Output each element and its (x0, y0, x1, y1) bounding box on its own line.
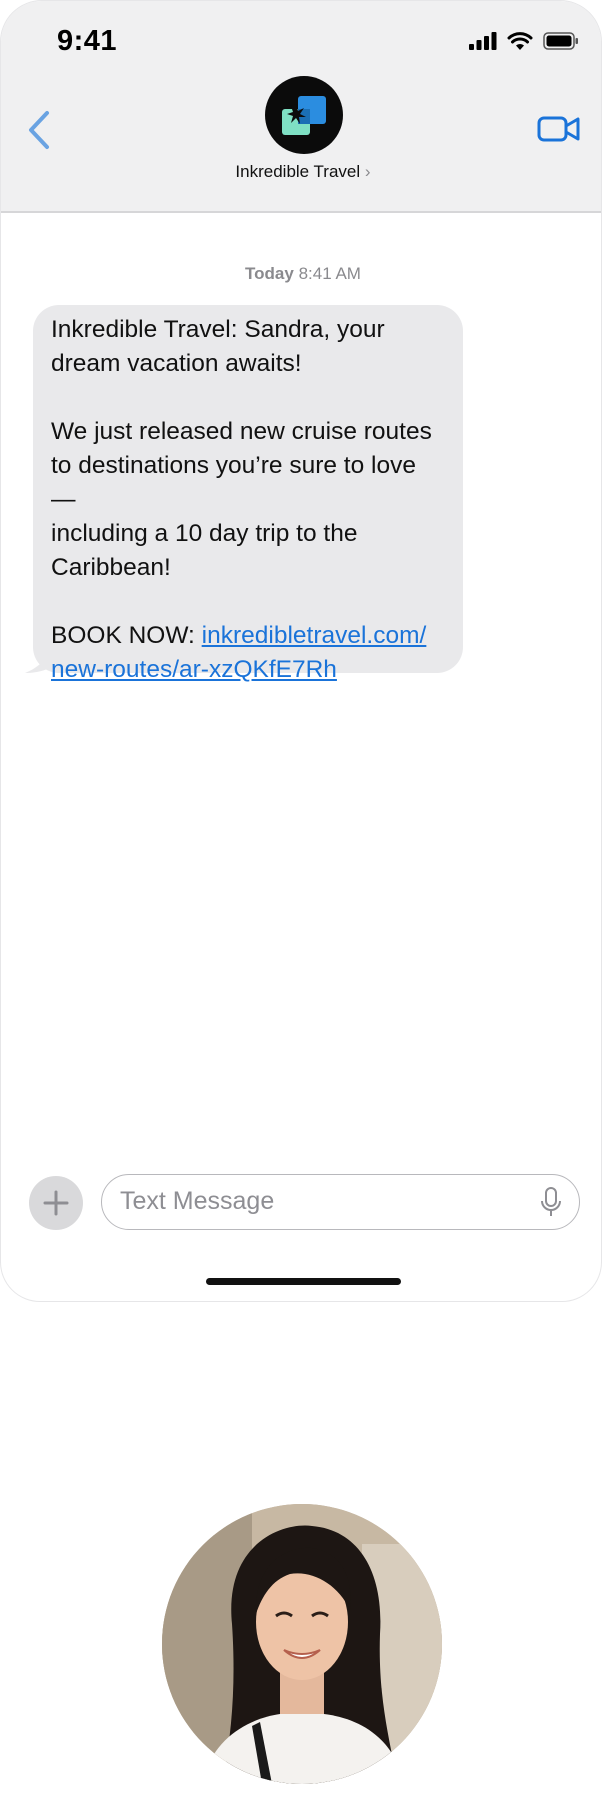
contact-name-label: Inkredible Travel (235, 162, 361, 181)
user-photo-avatar (162, 1504, 442, 1784)
message-line: to destinations you’re sure to love — (51, 452, 416, 513)
status-icons (469, 31, 579, 51)
message-line: Caribbean! (51, 554, 171, 581)
timestamp-day: Today (245, 264, 294, 283)
cellular-signal-icon (469, 32, 497, 50)
contact-logo-avatar[interactable] (265, 76, 343, 154)
message-link-continued[interactable]: new-routes/ar-xzQKfE7Rh (51, 656, 337, 683)
person-photo (162, 1504, 442, 1784)
plus-icon (43, 1190, 69, 1216)
message-cta-line: new-routes/ar-xzQKfE7Rh (51, 653, 443, 687)
message-line: including a 10 day trip to the (51, 520, 358, 547)
message-line: Inkredible Travel: Sandra, your (51, 316, 385, 343)
home-indicator[interactable] (206, 1278, 401, 1285)
phone-screen: 9:41 Inkredible Travel › Today 8:41 AM I… (0, 0, 602, 1302)
contact-chevron-icon: › (364, 162, 371, 181)
timestamp-time: 8:41 AM (298, 264, 361, 283)
brand-logo-icon (282, 96, 326, 135)
message-line: dream vacation awaits! (51, 350, 302, 377)
video-camera-icon[interactable] (537, 113, 581, 145)
composer-placeholder: Text Message (120, 1187, 275, 1215)
battery-icon (543, 32, 578, 50)
message-line: We just released new cruise routes (51, 418, 432, 445)
wifi-icon (507, 32, 533, 50)
microphone-icon[interactable] (539, 1187, 563, 1217)
conversation-header: 9:41 Inkredible Travel › (1, 1, 601, 213)
incoming-message-bubble[interactable]: Inkredible Travel: Sandra, your dream va… (33, 305, 463, 683)
contact-name[interactable]: Inkredible Travel › (1, 162, 601, 182)
message-cta-line: BOOK NOW: inkredibletravel.com/ (51, 619, 443, 653)
back-chevron-icon[interactable] (25, 109, 55, 151)
cta-label: BOOK NOW: (51, 622, 202, 649)
status-time: 9:41 (57, 25, 118, 57)
message-link[interactable]: inkredibletravel.com/ (202, 622, 427, 649)
add-attachment-button[interactable] (29, 1176, 83, 1230)
text-message-input[interactable]: Text Message (101, 1174, 580, 1230)
message-timestamp: Today 8:41 AM (1, 264, 601, 284)
